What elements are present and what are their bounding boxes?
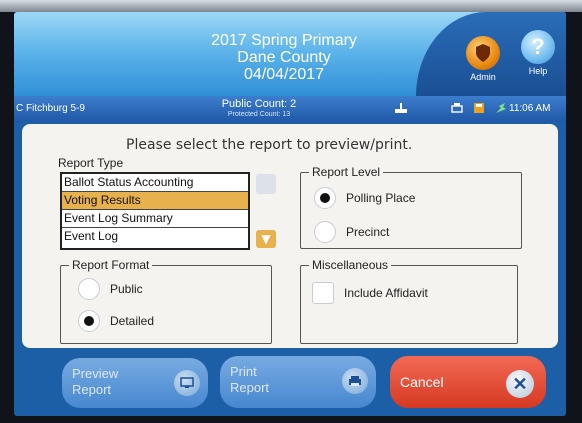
radio-button[interactable]	[314, 221, 336, 243]
radio-detailed[interactable]: Detailed	[78, 310, 154, 332]
include-affidavit-option[interactable]: Include Affidavit	[312, 282, 428, 304]
radio-precinct[interactable]: Precinct	[314, 221, 389, 243]
include-affidavit-label: Include Affidavit	[344, 286, 428, 300]
power-icon	[494, 101, 508, 115]
precinct-label: Precinct	[346, 225, 390, 239]
help-label: Help	[528, 66, 548, 76]
radio-public[interactable]: Public	[78, 278, 143, 300]
cancel-label: Cancel	[400, 374, 444, 390]
report-type-label: Report Type	[58, 156, 124, 170]
report-type-item-voting-results[interactable]: Voting Results	[62, 192, 248, 210]
status-icons	[394, 101, 508, 115]
print-report-button[interactable]: Print Report	[220, 356, 376, 408]
report-level-legend: Report Level	[312, 165, 381, 179]
title-line1: 2017 Spring Primary	[211, 32, 357, 49]
election-title: 2017 Spring Primary Dane County 04/04/20…	[164, 32, 404, 83]
ballot-counts: Public Count: 2 Protected Count: 13	[204, 98, 314, 119]
public-label: Public	[110, 282, 143, 296]
cancel-button[interactable]: Cancel ✕	[390, 356, 546, 408]
report-format-legend: Report Format	[72, 258, 150, 272]
report-type-item-event-log[interactable]: Event Log	[62, 228, 248, 246]
bezel-highlight	[0, 0, 582, 12]
help-button[interactable]: ? Help	[516, 30, 560, 76]
printer-icon	[450, 101, 464, 115]
radio-polling-place[interactable]: Polling Place	[314, 187, 415, 209]
clock: 11:06 AM	[509, 103, 551, 114]
scroll-down-button[interactable]: ▼	[256, 230, 276, 248]
public-count: Public Count: 2	[221, 98, 297, 110]
radio-button[interactable]	[78, 278, 100, 300]
detailed-label: Detailed	[110, 314, 155, 328]
shield-icon	[466, 36, 500, 70]
title-line3: 04/04/2017	[243, 66, 325, 83]
printer-icon	[342, 368, 368, 394]
report-type-item-event-log-summary[interactable]: Event Log Summary	[62, 210, 248, 228]
status-bar: C Fitchburg 5-9 Public Count: 2 Protecte…	[14, 96, 566, 122]
memory-card-icon	[472, 101, 486, 115]
admin-button[interactable]: Admin	[455, 36, 511, 82]
monitor-icon	[174, 370, 200, 396]
scroll-up-button[interactable]	[256, 174, 276, 194]
radio-button[interactable]	[78, 310, 100, 332]
include-affidavit-checkbox[interactable]	[312, 282, 334, 304]
scanner-icon	[394, 101, 408, 115]
admin-label: Admin	[470, 72, 496, 82]
report-type-list[interactable]: Ballot Status Accounting Voting Results …	[60, 172, 250, 250]
help-icon: ?	[521, 30, 555, 64]
chevron-down-icon: ▼	[261, 232, 271, 246]
radio-button[interactable]	[314, 187, 336, 209]
precinct-name: C Fitchburg 5-9	[16, 103, 85, 114]
protected-count: Protected Count: 13	[227, 111, 291, 118]
report-type-item-ballot-status[interactable]: Ballot Status Accounting	[62, 174, 248, 192]
miscellaneous-legend: Miscellaneous	[312, 258, 389, 272]
title-line2: Dane County	[237, 49, 331, 66]
close-icon: ✕	[506, 370, 534, 398]
polling-place-label: Polling Place	[346, 191, 416, 205]
preview-report-button[interactable]: Preview Report	[62, 358, 208, 408]
instructions-text: Please select the report to preview/prin…	[126, 137, 413, 153]
